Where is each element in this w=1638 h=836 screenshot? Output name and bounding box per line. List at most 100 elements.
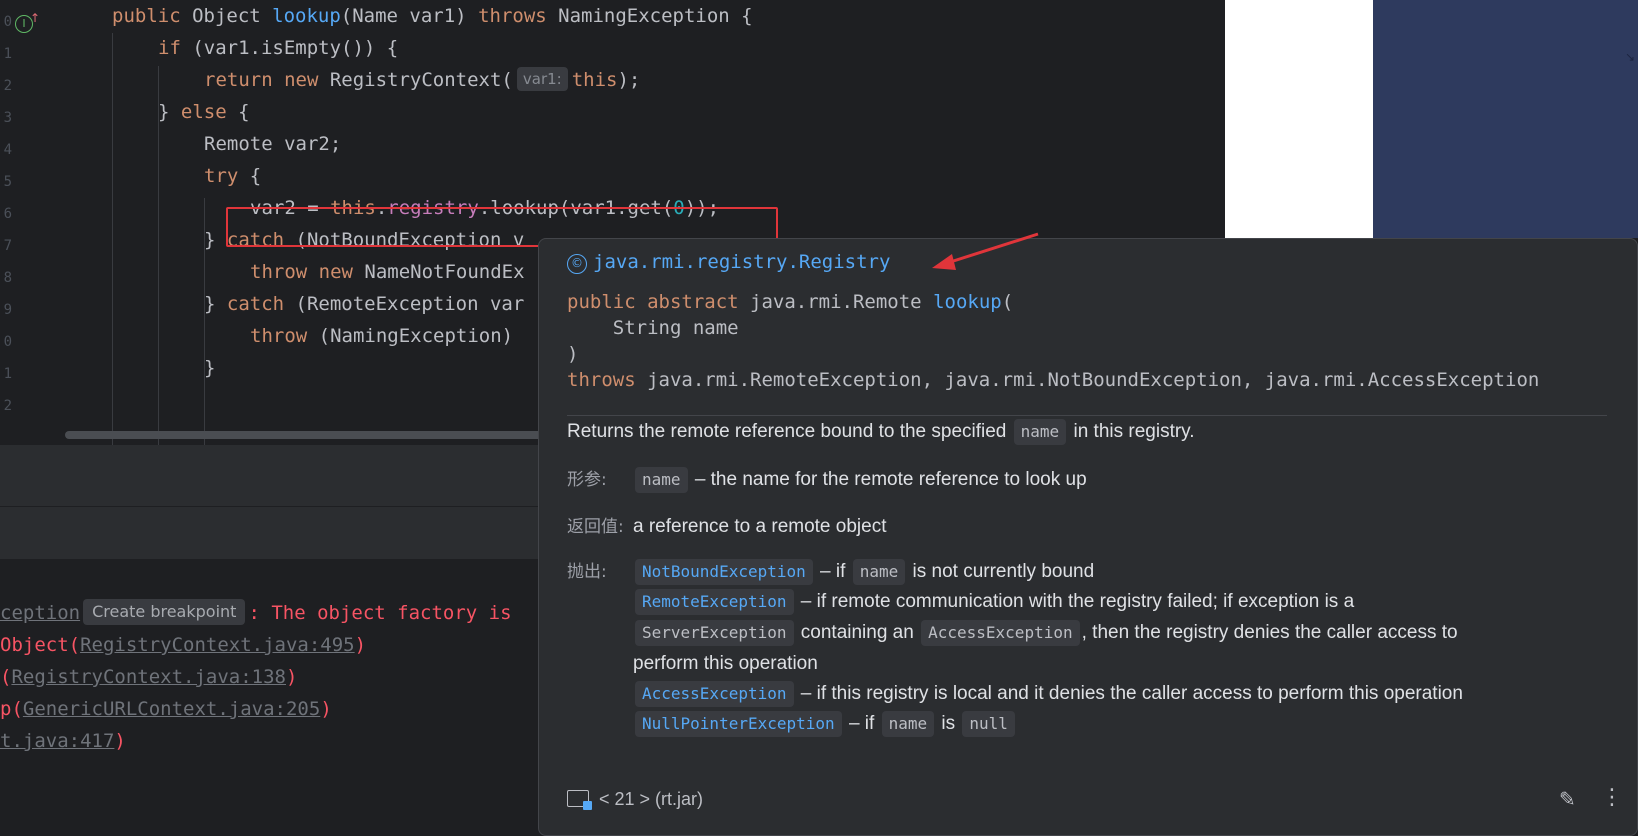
- class-icon: ©: [567, 254, 587, 274]
- tool-window-toolbar: [0, 507, 540, 559]
- code-token: NameNotFoundEx: [364, 261, 525, 283]
- code-token: throw: [250, 325, 319, 347]
- throws-item: NullPointerException – if name is null: [633, 709, 1017, 739]
- code-token: RegistryContext(: [329, 69, 513, 91]
- line-number: 0: [3, 14, 12, 30]
- code-token: else: [180, 101, 239, 123]
- exception-link[interactable]: NotBoundException: [635, 559, 813, 585]
- signature-close: ): [567, 343, 579, 365]
- edit-icon[interactable]: ✎: [1559, 787, 1576, 811]
- code-token: (NamingException): [318, 325, 514, 347]
- divider: [567, 415, 1607, 416]
- console-link[interactable]: GenericURLContext.java:205: [23, 698, 320, 720]
- line-number: 8: [3, 270, 12, 286]
- code-token: (Name var1): [340, 5, 479, 27]
- code-token: }: [204, 293, 227, 315]
- override-arrow-icon[interactable]: ↑: [30, 11, 40, 25]
- code-token: (RemoteException var: [295, 293, 525, 315]
- horizontal-scrollbar[interactable]: [65, 431, 545, 439]
- throws-item: AccessException – if this registry is lo…: [633, 679, 1463, 709]
- indent-guide: [112, 33, 113, 445]
- code-token: NamingException {: [558, 5, 753, 27]
- console-link[interactable]: RegistryContext.java:495: [80, 634, 355, 656]
- doc-description: Returns the remote reference bound to th…: [567, 417, 1195, 447]
- throws-item-cont: perform this operation: [633, 653, 818, 674]
- code-token: this: [571, 69, 618, 91]
- throws-item: NotBoundException – if name is not curre…: [633, 557, 1094, 587]
- code-token: }: [204, 357, 216, 379]
- line-number: 3: [3, 110, 12, 126]
- console-output[interactable]: ception Create breakpoint: The object fac…: [0, 559, 540, 836]
- signature-line: public abstract java.rmi.Remote lookup(: [567, 291, 1014, 313]
- param-label: 形参:: [567, 470, 607, 490]
- code-token: Remote var2;: [204, 133, 342, 155]
- signature-param: String name: [567, 317, 739, 339]
- line-number: 9: [3, 302, 12, 318]
- more-options-icon[interactable]: ⋮: [1601, 785, 1623, 810]
- code-token: {: [249, 165, 262, 187]
- console-line: ception Create breakpoint: The object fac…: [0, 597, 512, 630]
- doc-class-name[interactable]: © java.rmi.registry.Registry: [567, 251, 890, 274]
- code-line[interactable]: } else {: [158, 96, 250, 129]
- code-token: return new: [204, 69, 330, 91]
- library-folder-icon: [567, 790, 592, 810]
- exception-link[interactable]: AccessException: [635, 681, 794, 707]
- code-token: );: [617, 69, 641, 91]
- line-number: 0: [3, 334, 12, 350]
- class-link[interactable]: java.rmi.registry.Registry: [593, 251, 890, 273]
- code-line[interactable]: throw (NamingException): [250, 320, 513, 353]
- console-link[interactable]: t.java:417: [0, 730, 114, 752]
- line-number: 1: [3, 46, 12, 62]
- code-token: throw new: [250, 261, 365, 283]
- quick-documentation-popup[interactable]: © java.rmi.registry.Registry public abstr…: [538, 238, 1638, 836]
- throws-item: RemoteException – if remote communicatio…: [633, 587, 1354, 617]
- line-number: 5: [3, 174, 12, 190]
- signature-throws: throws java.rmi.RemoteException, java.rm…: [567, 369, 1540, 391]
- annotation-arrow-icon: [932, 232, 1039, 270]
- console-line: p(GenericURLContext.java:205): [0, 698, 332, 720]
- throws-item-cont: ServerException containing an AccessExce…: [633, 618, 1458, 648]
- background-window: [1225, 0, 1373, 238]
- code-token: (var1.isEmpty()) {: [192, 37, 399, 59]
- line-number: 4: [3, 142, 12, 158]
- console-line: t.java:417): [0, 730, 126, 752]
- console-link[interactable]: ception: [0, 602, 80, 624]
- return-label: 返回值:: [567, 517, 624, 537]
- exception-link[interactable]: NullPointerException: [635, 711, 842, 737]
- console-line: Object(RegistryContext.java:495): [0, 634, 367, 656]
- line-number: 1: [3, 366, 12, 382]
- code-line[interactable]: } catch (RemoteException var: [204, 288, 524, 321]
- tool-window-header: [0, 445, 540, 507]
- code-token: }: [158, 101, 181, 123]
- code-token: }: [204, 229, 227, 251]
- exception-link[interactable]: RemoteException: [635, 589, 794, 615]
- code-line[interactable]: return new RegistryContext(var1: this);: [204, 64, 640, 97]
- throws-label: 抛出:: [567, 562, 607, 582]
- source-label[interactable]: < 21 > (rt.jar): [599, 789, 703, 809]
- background-arrow-icon: ↘: [1625, 50, 1636, 64]
- return-description: a reference to a remote object: [633, 516, 887, 537]
- code-token: try: [204, 165, 250, 187]
- code-token: catch: [226, 293, 296, 315]
- create-breakpoint-button[interactable]: Create breakpoint: [83, 599, 246, 625]
- console-line: (RegistryContext.java:138): [0, 666, 298, 688]
- code-line[interactable]: public Object lookup(Name var1) throws N…: [112, 0, 753, 33]
- line-gutter: I ↑ 0123456789012: [0, 0, 62, 445]
- code-token: lookup: [272, 5, 341, 27]
- code-token: if: [158, 37, 193, 59]
- line-number: 2: [3, 78, 12, 94]
- doc-source-footer[interactable]: < 21 > (rt.jar): [567, 789, 703, 810]
- code-line[interactable]: }: [204, 352, 215, 385]
- code-token: public: [112, 5, 193, 27]
- code-token: Object: [192, 5, 273, 27]
- code-token: {: [238, 101, 250, 123]
- console-link[interactable]: RegistryContext.java:138: [11, 666, 286, 688]
- line-number: 6: [3, 206, 12, 222]
- code-line[interactable]: try {: [204, 160, 261, 193]
- line-number: 7: [3, 238, 12, 254]
- code-line[interactable]: throw new NameNotFoundEx: [250, 256, 525, 289]
- code-line[interactable]: Remote var2;: [204, 128, 341, 161]
- code-line[interactable]: if (var1.isEmpty()) {: [158, 32, 398, 65]
- code-token: throws: [478, 5, 559, 27]
- parameter-hint: var1:: [516, 67, 568, 91]
